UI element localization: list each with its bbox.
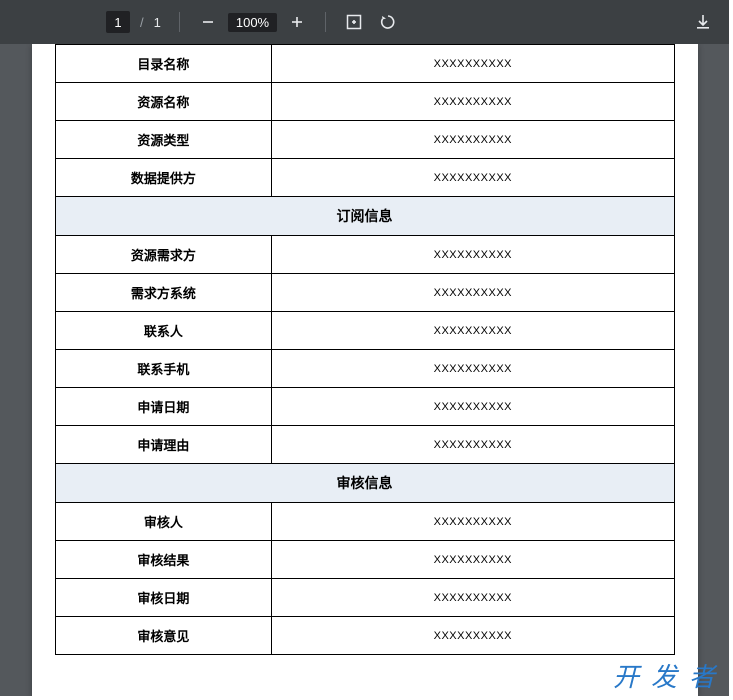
table-row: 联系手机XXXXXXXXXX [55,350,674,388]
plus-icon [289,14,305,30]
page-separator: / [140,15,144,30]
section-header-row: 审核信息 [55,464,674,503]
row-value: XXXXXXXXXX [272,541,674,579]
row-value: XXXXXXXXXX [272,312,674,350]
table-row: 申请理由XXXXXXXXXX [55,426,674,464]
document-table: 目录名称XXXXXXXXXX资源名称XXXXXXXXXX资源类型XXXXXXXX… [55,44,675,655]
table-row: 目录名称XXXXXXXXXX [55,45,674,83]
row-value: XXXXXXXXXX [272,388,674,426]
table-row: 审核人XXXXXXXXXX [55,503,674,541]
row-label: 联系手机 [55,350,272,388]
row-label: 审核结果 [55,541,272,579]
fit-page-button[interactable] [340,8,368,36]
table-row: 资源需求方XXXXXXXXXX [55,236,674,274]
download-icon [694,13,712,31]
row-label: 资源类型 [55,121,272,159]
row-label: 申请理由 [55,426,272,464]
row-label: 资源需求方 [55,236,272,274]
row-value: XXXXXXXXXX [272,426,674,464]
row-label: 需求方系统 [55,274,272,312]
row-value: XXXXXXXXXX [272,350,674,388]
table-row: 审核意见XXXXXXXXXX [55,617,674,655]
pdf-viewer: / 1 100% 目录名称XXXXXXXXXX资源名称XXXXXXXXXX资源类… [0,0,729,696]
row-label: 审核日期 [55,579,272,617]
row-value: XXXXXXXXXX [272,45,674,83]
section-header-row: 订阅信息 [55,197,674,236]
table-row: 审核日期XXXXXXXXXX [55,579,674,617]
pdf-toolbar: / 1 100% [0,0,729,44]
zoom-out-button[interactable] [194,8,222,36]
row-value: XXXXXXXXXX [272,121,674,159]
row-label: 目录名称 [55,45,272,83]
table-row: 数据提供方XXXXXXXXXX [55,159,674,197]
row-label: 审核意见 [55,617,272,655]
row-label: 申请日期 [55,388,272,426]
table-row: 联系人XXXXXXXXXX [55,312,674,350]
zoom-in-button[interactable] [283,8,311,36]
row-label: 资源名称 [55,83,272,121]
section-header: 审核信息 [55,464,674,503]
toolbar-divider [325,12,326,32]
table-row: 资源类型XXXXXXXXXX [55,121,674,159]
page-number-input[interactable] [106,11,130,33]
table-row: 申请日期XXXXXXXXXX [55,388,674,426]
zoom-level-display[interactable]: 100% [228,13,277,32]
download-button[interactable] [689,8,717,36]
rotate-button[interactable] [374,8,402,36]
table-row: 资源名称XXXXXXXXXX [55,83,674,121]
row-value: XXXXXXXXXX [272,274,674,312]
row-label: 数据提供方 [55,159,272,197]
row-label: 联系人 [55,312,272,350]
pdf-content-area[interactable]: 目录名称XXXXXXXXXX资源名称XXXXXXXXXX资源类型XXXXXXXX… [0,44,729,696]
row-label: 审核人 [55,503,272,541]
table-row: 审核结果XXXXXXXXXX [55,541,674,579]
rotate-icon [379,13,397,31]
fit-page-icon [345,13,363,31]
row-value: XXXXXXXXXX [272,503,674,541]
row-value: XXXXXXXXXX [272,236,674,274]
table-row: 需求方系统XXXXXXXXXX [55,274,674,312]
minus-icon [200,14,216,30]
section-header: 订阅信息 [55,197,674,236]
toolbar-divider [179,12,180,32]
row-value: XXXXXXXXXX [272,579,674,617]
row-value: XXXXXXXXXX [272,617,674,655]
pdf-page: 目录名称XXXXXXXXXX资源名称XXXXXXXXXX资源类型XXXXXXXX… [32,44,698,696]
page-total: 1 [154,15,161,30]
row-value: XXXXXXXXXX [272,83,674,121]
row-value: XXXXXXXXXX [272,159,674,197]
